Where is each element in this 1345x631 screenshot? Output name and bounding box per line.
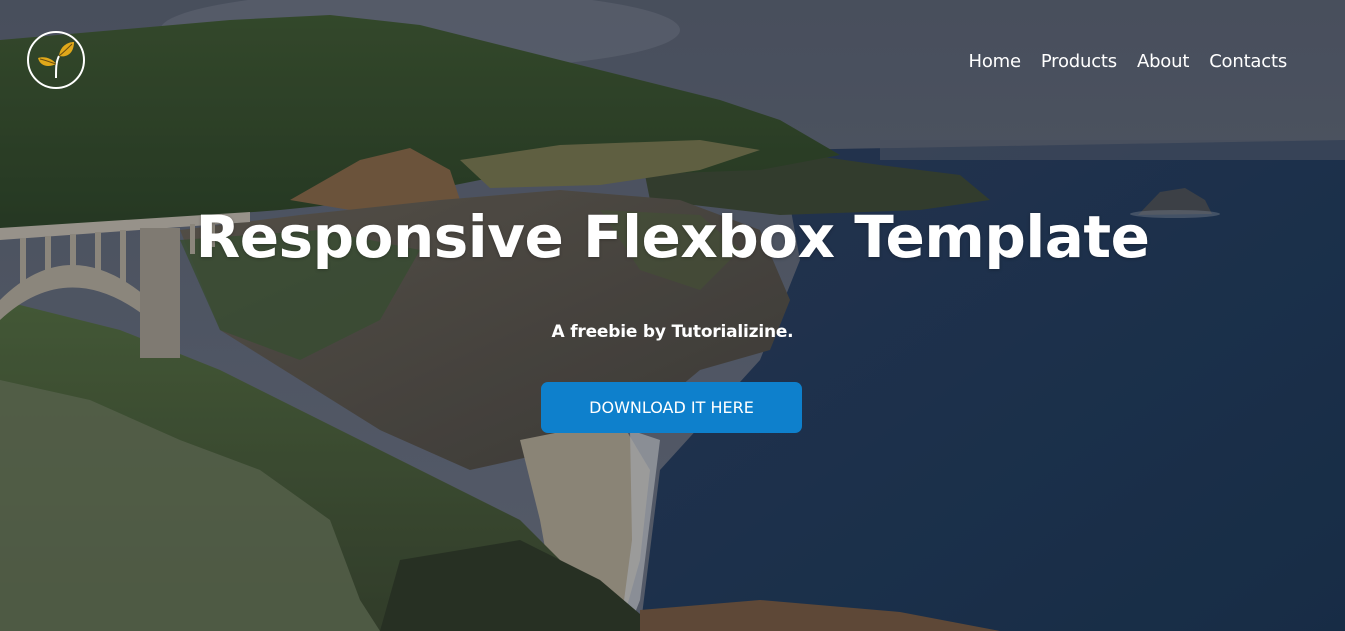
dark-overlay [0,0,1345,631]
logo-link[interactable] [26,30,86,90]
main-nav: Home Products About Contacts [968,50,1287,74]
nav-link-products[interactable]: Products [1041,50,1117,74]
hero-title: Responsive Flexbox Template [195,203,1150,271]
hero-subtitle: A freebie by Tutorializine. [551,322,794,342]
sprout-leaf-icon [27,31,85,89]
nav-link-about[interactable]: About [1137,50,1189,74]
nav-link-home[interactable]: Home [968,50,1021,74]
nav-link-contacts[interactable]: Contacts [1209,50,1287,74]
hero-section: Home Products About Contacts Responsive … [0,0,1345,631]
download-button[interactable]: DOWNLOAD IT HERE [541,382,802,433]
